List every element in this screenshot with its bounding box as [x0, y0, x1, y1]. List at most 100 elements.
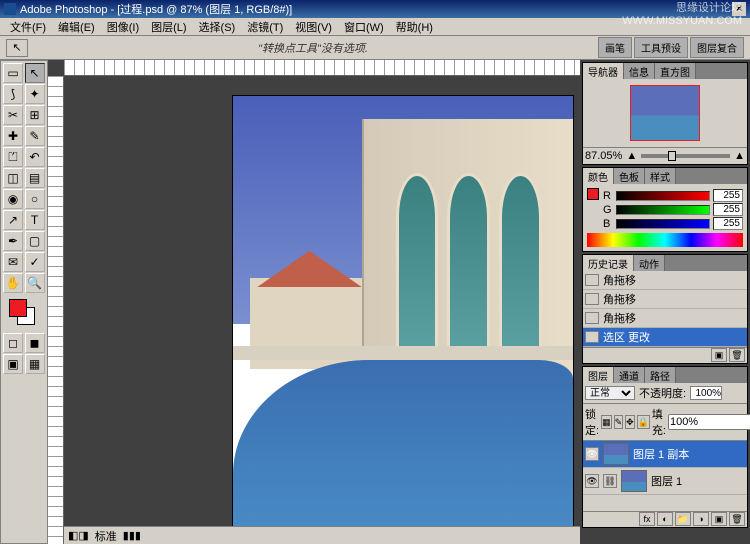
history-brush-tool[interactable]: ↶ [25, 147, 45, 167]
pen-tool[interactable]: ✒ [3, 231, 23, 251]
g-slider[interactable] [616, 205, 710, 215]
layer-row[interactable]: 👁 图层 1 副本 [583, 441, 747, 468]
tab-actions[interactable]: 动作 [634, 255, 665, 271]
layer-name[interactable]: 图层 1 [651, 473, 682, 489]
tab-color[interactable]: 颜色 [583, 168, 614, 184]
marquee-tool[interactable]: ▭ [3, 63, 23, 83]
heal-tool[interactable]: ✚ [3, 126, 23, 146]
watermark: 思缘设计论坛 WWW.MISSYUAN.COM [622, 2, 742, 28]
current-tool-indicator[interactable]: ↖ [6, 39, 28, 57]
g-input[interactable] [713, 203, 743, 216]
tab-layers[interactable]: 图层 [583, 367, 614, 383]
crop-tool[interactable]: ✂ [3, 105, 23, 125]
layer-thumbnail[interactable] [603, 443, 629, 465]
ruler-horizontal[interactable] [64, 60, 580, 76]
blend-mode-select[interactable]: 正常 [585, 386, 635, 400]
menu-edit[interactable]: 编辑(E) [52, 19, 101, 35]
color-swatches[interactable] [3, 297, 45, 329]
ruler-vertical[interactable] [48, 76, 64, 544]
link-icon[interactable]: ⛓ [603, 474, 617, 488]
menu-file[interactable]: 文件(F) [4, 19, 52, 35]
tab-navigator[interactable]: 导航器 [583, 63, 624, 79]
gradient-tool[interactable]: ▤ [25, 168, 45, 188]
menu-view[interactable]: 视图(V) [289, 19, 338, 35]
brush-tool[interactable]: ✎ [25, 126, 45, 146]
dodge-tool[interactable]: ○ [25, 189, 45, 209]
color-spectrum[interactable] [587, 233, 743, 247]
menu-help[interactable]: 帮助(H) [390, 19, 439, 35]
eraser-tool[interactable]: ◫ [3, 168, 23, 188]
r-input[interactable] [713, 189, 743, 202]
history-item[interactable]: 角拖移 [583, 290, 747, 309]
r-slider[interactable] [616, 191, 710, 201]
layer-row[interactable]: 👁 ⛓ 图层 1 [583, 468, 747, 495]
wand-tool[interactable]: ✦ [25, 84, 45, 104]
b-input[interactable] [713, 217, 743, 230]
slice-tool[interactable]: ⊞ [25, 105, 45, 125]
fill-input[interactable] [668, 414, 750, 430]
opacity-label: 不透明度: [639, 385, 686, 401]
screenmode-full[interactable]: ▦ [25, 354, 45, 374]
visibility-icon[interactable]: 👁 [585, 447, 599, 461]
foreground-swatch[interactable] [9, 299, 27, 317]
lock-all-icon[interactable]: 🔒 [637, 415, 650, 429]
tab-info[interactable]: 信息 [624, 63, 655, 79]
history-item[interactable]: 角拖移 [583, 271, 747, 290]
layer-fx-icon[interactable]: fx [639, 512, 655, 526]
menu-layer[interactable]: 图层(L) [145, 19, 192, 35]
tab-histogram[interactable]: 直方图 [655, 63, 696, 79]
history-new-icon[interactable]: ▣ [711, 348, 727, 362]
lasso-tool[interactable]: ⟆ [3, 84, 23, 104]
lock-paint-icon[interactable]: ✎ [614, 415, 624, 429]
layer-name[interactable]: 图层 1 副本 [633, 446, 689, 462]
toolbox: ▭ ↖ ⟆ ✦ ✂ ⊞ ✚ ✎ ⏍ ↶ ◫ ▤ ◉ ○ ↗ T ✒ ▢ ✉ ✓ … [0, 60, 48, 544]
opacity-input[interactable] [690, 386, 722, 400]
palette-tab-toolpresets[interactable]: 工具预设 [634, 37, 688, 58]
visibility-icon[interactable]: 👁 [585, 474, 599, 488]
eyedropper-tool[interactable]: ✓ [25, 252, 45, 272]
zoom-tool[interactable]: 🔍 [25, 273, 45, 293]
layer-mask-icon[interactable]: ◐ [657, 512, 673, 526]
hand-tool[interactable]: ✋ [3, 273, 23, 293]
history-item[interactable]: 选区 更改 [583, 328, 747, 347]
app-icon [4, 3, 16, 15]
layer-folder-icon[interactable]: 📁 [675, 512, 691, 526]
palette-tab-layercomps[interactable]: 图层复合 [690, 37, 744, 58]
tab-channels[interactable]: 通道 [614, 367, 645, 383]
stamp-tool[interactable]: ⏍ [3, 147, 23, 167]
tab-swatches[interactable]: 色板 [614, 168, 645, 184]
menu-filter[interactable]: 滤镜(T) [241, 19, 289, 35]
document-canvas[interactable] [233, 96, 573, 544]
notes-tool[interactable]: ✉ [3, 252, 23, 272]
navigator-thumbnail[interactable] [630, 85, 700, 141]
blur-tool[interactable]: ◉ [3, 189, 23, 209]
tab-paths[interactable]: 路径 [645, 367, 676, 383]
zoom-in-icon[interactable]: ▲ [734, 150, 745, 162]
menu-select[interactable]: 选择(S) [193, 19, 242, 35]
layer-delete-icon[interactable]: 🗑 [729, 512, 745, 526]
screenmode-std[interactable]: ▣ [3, 354, 23, 374]
lock-move-icon[interactable]: ✥ [625, 415, 635, 429]
layer-adjust-icon[interactable]: ◑ [693, 512, 709, 526]
history-delete-icon[interactable]: 🗑 [729, 348, 745, 362]
quickmask-off[interactable]: ◻ [3, 333, 23, 353]
shape-tool[interactable]: ▢ [25, 231, 45, 251]
tab-styles[interactable]: 样式 [645, 168, 676, 184]
layer-new-icon[interactable]: ▣ [711, 512, 727, 526]
lock-trans-icon[interactable]: ▦ [601, 415, 612, 429]
tab-history[interactable]: 历史记录 [583, 255, 634, 271]
move-tool[interactable]: ↖ [25, 63, 45, 83]
zoom-slider[interactable] [641, 154, 730, 158]
history-item[interactable]: 角拖移 [583, 309, 747, 328]
quickmask-on[interactable]: ◼ [25, 333, 45, 353]
type-tool[interactable]: T [25, 210, 45, 230]
layers-panel: 图层 通道 路径 正常 不透明度: 锁定: ▦ ✎ ✥ 🔒 填充: 👁 [582, 366, 748, 528]
layer-thumbnail[interactable] [621, 470, 647, 492]
zoom-out-icon[interactable]: ▲ [626, 150, 637, 162]
path-tool[interactable]: ↗ [3, 210, 23, 230]
color-fg-swatch[interactable] [587, 188, 599, 200]
menu-image[interactable]: 图像(I) [101, 19, 145, 35]
menu-window[interactable]: 窗口(W) [338, 19, 390, 35]
palette-tab-brushes[interactable]: 画笔 [598, 37, 632, 58]
b-slider[interactable] [616, 219, 710, 229]
